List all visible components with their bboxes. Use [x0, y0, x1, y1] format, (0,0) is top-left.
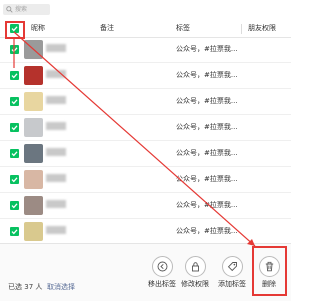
annotation-arrow-diagonal: [13, 31, 256, 247]
annotation-arrows: [13, 31, 256, 247]
